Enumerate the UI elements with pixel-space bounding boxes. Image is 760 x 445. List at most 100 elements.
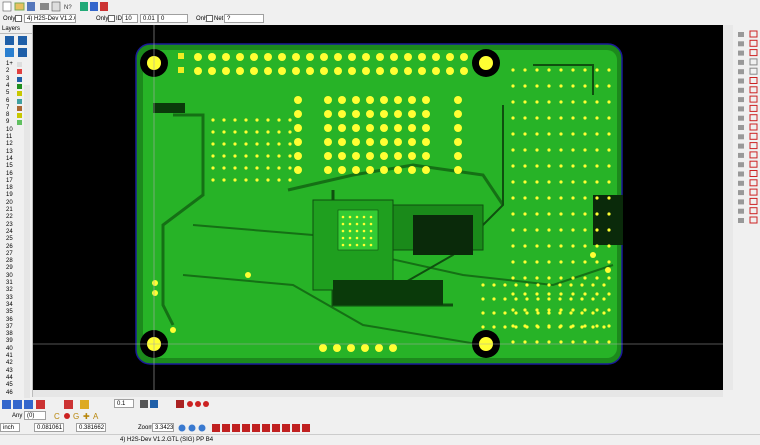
file-tools-icons[interactable]: N?	[2, 0, 112, 13]
any-select[interactable]: (0)	[24, 411, 46, 420]
layer-row-label[interactable]: 35	[6, 309, 13, 316]
via-pad	[366, 152, 374, 160]
layer-tool-icons[interactable]	[0, 34, 32, 59]
via-pad	[523, 100, 527, 104]
canvas-horizontal-scrollbar[interactable]	[33, 390, 723, 397]
zoom-field[interactable]: 3.3423	[152, 423, 174, 432]
layer-row-label[interactable]: 19	[6, 192, 13, 199]
layer-row-label[interactable]: 30	[6, 273, 13, 280]
layer-row-label[interactable]: 37	[6, 324, 13, 331]
layer-color-swatch[interactable]	[17, 98, 22, 104]
layer-row-label[interactable]: 7	[6, 105, 9, 112]
layer-row-label[interactable]: 14	[6, 156, 13, 163]
layer-row-label[interactable]: 4	[6, 83, 9, 90]
via-pad	[547, 311, 551, 315]
via-pad	[277, 154, 281, 158]
via-pad	[334, 53, 342, 61]
layer-row-label[interactable]: 13	[6, 149, 13, 156]
layer-row-label[interactable]: 39	[6, 338, 13, 345]
layer-row-label[interactable]: 38	[6, 331, 13, 338]
layer-row-label[interactable]: 41	[6, 353, 13, 360]
canvas-vertical-scrollbar[interactable]	[723, 25, 733, 390]
layer-color-swatch[interactable]	[17, 120, 22, 126]
layer-row-label[interactable]: 40	[6, 346, 13, 353]
id-field[interactable]: 10	[122, 14, 138, 23]
layer-row-label[interactable]: 32	[6, 287, 13, 294]
layer-color-swatch[interactable]	[17, 62, 22, 67]
layer-row-label[interactable]: 29	[6, 265, 13, 272]
layer-row-label[interactable]: 21	[6, 207, 13, 214]
layer-row-label[interactable]: 16	[6, 171, 13, 178]
layer-row-label[interactable]: 1+	[6, 61, 13, 68]
layer-row-label[interactable]: 22	[6, 214, 13, 221]
draw-tool-icon	[749, 95, 758, 103]
layer-row-label[interactable]: 42	[6, 360, 13, 367]
layer-row-label[interactable]: 43	[6, 368, 13, 375]
layer-row-label[interactable]: 2	[6, 68, 9, 75]
coord-field[interactable]: 0.01	[140, 14, 158, 23]
layer-row-label[interactable]: 46	[6, 390, 13, 397]
only-checkbox[interactable]	[15, 15, 22, 22]
y-coord-field[interactable]: 0.381662	[76, 423, 106, 432]
layer-row-label[interactable]: 25	[6, 236, 13, 243]
layer-row-label[interactable]: 44	[6, 375, 13, 382]
layer-row-label[interactable]: 20	[6, 200, 13, 207]
layer-row-label[interactable]: 36	[6, 317, 13, 324]
layer-row-label[interactable]: 28	[6, 258, 13, 265]
layer-row-label[interactable]: 15	[6, 163, 13, 170]
layer-row-label[interactable]: 26	[6, 244, 13, 251]
drawing-tools-icons[interactable]	[735, 25, 760, 397]
only-net-checkbox[interactable]	[206, 15, 213, 22]
layers-scrollbar[interactable]	[24, 85, 30, 420]
via-pad	[607, 84, 611, 88]
grid-field[interactable]: 0.1	[114, 399, 134, 408]
board-select[interactable]: 4) H2S-Dev V1.2.G	[24, 14, 76, 23]
layer-row-label[interactable]: 27	[6, 251, 13, 258]
draw-tool-icon	[749, 216, 758, 224]
via-pad	[547, 164, 551, 168]
layer-row-label[interactable]: 3	[6, 76, 9, 83]
layer-row-label[interactable]: 33	[6, 295, 13, 302]
layer-row-label[interactable]: 34	[6, 302, 13, 309]
layer-row-label[interactable]: 5	[6, 90, 9, 97]
draw-tool-icon	[749, 114, 758, 122]
layer-color-swatch[interactable]	[17, 83, 22, 89]
layer-row-label[interactable]: 18	[6, 185, 13, 192]
via-pad	[277, 166, 281, 170]
snap-icons[interactable]: C G ✚ A	[52, 410, 112, 422]
grid-icons[interactable]	[138, 398, 218, 410]
layer-color-swatch[interactable]	[17, 113, 22, 119]
via-pad	[211, 142, 215, 146]
layer-color-swatch[interactable]	[17, 105, 22, 111]
layer-color-swatch[interactable]	[17, 76, 22, 82]
only-id-checkbox[interactable]	[108, 15, 115, 22]
layer-row-label[interactable]: 8	[6, 112, 9, 119]
via-pad	[503, 311, 507, 315]
layer-row-label[interactable]: 17	[6, 178, 13, 185]
x-coord-field[interactable]: 0.081061	[34, 423, 64, 432]
layer-row-label[interactable]: 31	[6, 280, 13, 287]
unit-select[interactable]: inch	[0, 423, 20, 432]
via-pad	[523, 132, 527, 136]
layer-row-label[interactable]: 12	[6, 141, 13, 148]
layer-row-label[interactable]: 45	[6, 382, 13, 389]
draw-tool-icon	[749, 39, 758, 47]
layer-row-label[interactable]: 23	[6, 222, 13, 229]
via-pad	[408, 138, 416, 146]
layer-color-swatch[interactable]	[17, 69, 22, 75]
layer-color-swatch[interactable]	[17, 91, 22, 97]
layer-row-label[interactable]: 6	[6, 98, 9, 105]
coord-field-2[interactable]: 0	[158, 14, 188, 23]
layer-view-icons[interactable]	[2, 398, 102, 410]
pcb-canvas[interactable]	[33, 25, 723, 390]
filter-toolbar: Only 4) H2S-Dev V1.2.G Only ID 10 0.01 0…	[0, 13, 760, 25]
layer-row-label[interactable]: 24	[6, 229, 13, 236]
layer-row-label[interactable]: 11	[6, 134, 12, 141]
layer-row-label[interactable]: 9	[6, 119, 9, 126]
via-pad	[514, 297, 518, 301]
right-drawing-toolbar	[735, 25, 760, 397]
via-pad	[338, 124, 346, 132]
zoom-and-layer-icons[interactable]	[176, 422, 316, 434]
net-select[interactable]: ?	[224, 14, 264, 23]
layer-row-label[interactable]: 10	[6, 127, 13, 134]
